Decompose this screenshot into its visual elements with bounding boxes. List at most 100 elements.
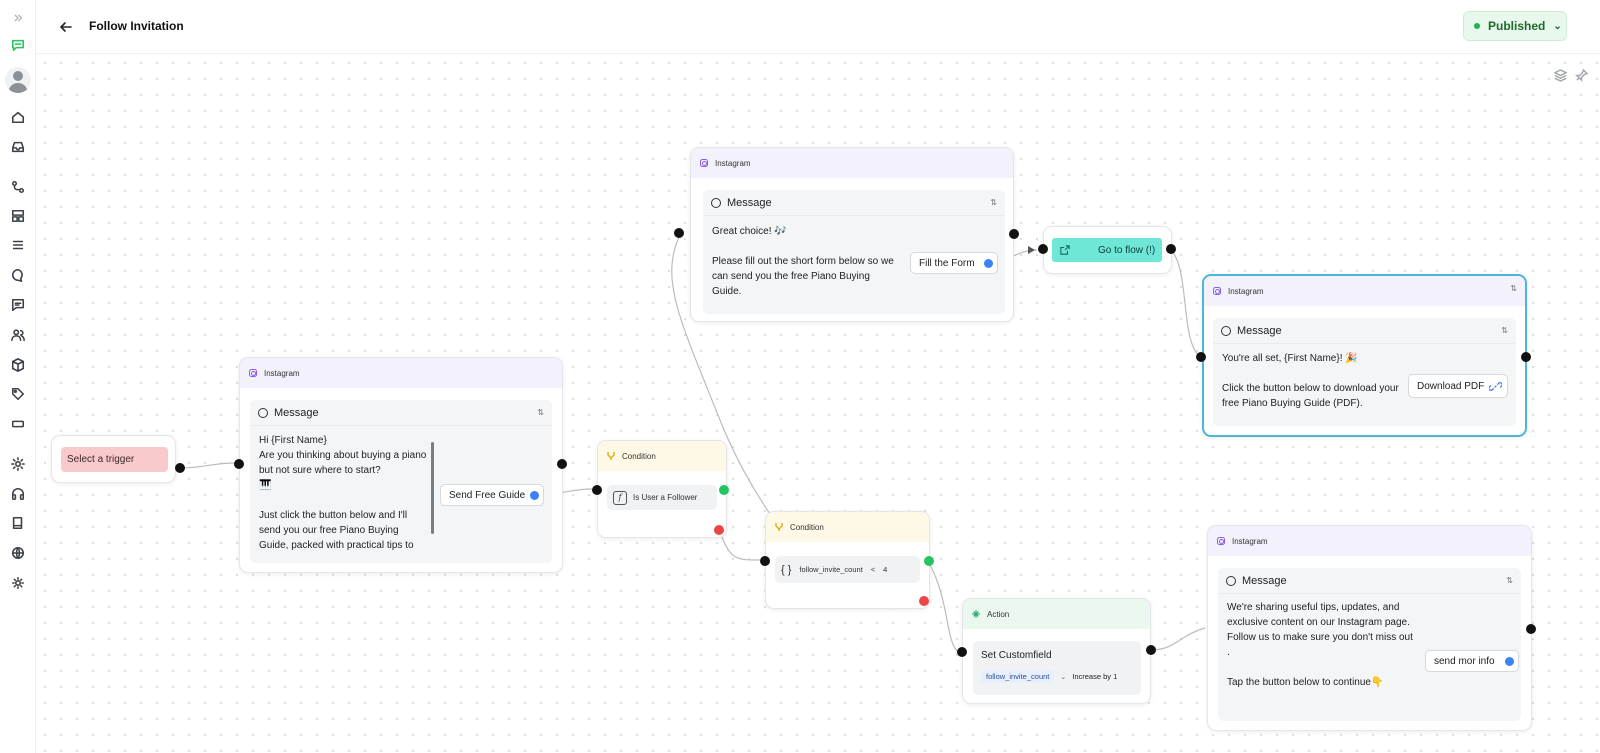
button-handle-dot[interactable] (530, 491, 539, 500)
action-body[interactable]: Set Customfield follow_invite_count ⌄ In… (973, 641, 1141, 695)
condition-node-follower[interactable]: Condition f Is User a Follower (597, 440, 727, 538)
condition-rule-label: Is User a Follower (633, 493, 698, 502)
cond2-true-handle[interactable] (924, 556, 934, 566)
message-text: Great choice! 🎶 Please fill out the shor… (712, 226, 894, 297)
top-bar: Follow Invitation Published ⌄ (37, 0, 1600, 54)
message-card-title: Message (274, 406, 319, 419)
chevron-down-icon: ⌄ (1553, 20, 1562, 32)
cond1-false-handle[interactable] (714, 525, 724, 535)
ig3-output-handle[interactable] (1521, 352, 1531, 362)
message-card-header: Message ⇅ (703, 190, 1005, 216)
node-header-label: Action (987, 609, 1010, 619)
headset-icon[interactable] (8, 484, 28, 504)
download-pdf-button[interactable]: Download PDF (1408, 374, 1508, 398)
action-field-chip[interactable]: follow_invite_count (981, 670, 1055, 683)
button-handle-dot[interactable] (984, 259, 993, 268)
book-icon[interactable] (8, 513, 28, 533)
cond2-input-handle[interactable] (760, 556, 770, 566)
avatar[interactable] (5, 67, 31, 93)
ig3-input-handle[interactable] (1196, 352, 1206, 362)
message-bubble-icon (1221, 325, 1231, 336)
expand-toggle-icon[interactable]: ⇅ (537, 408, 544, 417)
trigger-node[interactable]: Select a trigger (51, 435, 176, 483)
chevron-down-icon[interactable]: ⌄ (1060, 673, 1066, 681)
select-trigger-button[interactable]: Select a trigger (61, 447, 168, 472)
chat-icon[interactable] (8, 265, 28, 285)
message-card[interactable]: Message ⇅ You're all set, {First Name}! … (1213, 318, 1516, 426)
message-bubble-icon (1226, 575, 1236, 586)
inbox-icon[interactable] (8, 137, 28, 157)
ig4-output-handle[interactable] (1526, 624, 1536, 634)
published-status-button[interactable]: Published ⌄ (1463, 11, 1567, 41)
message-text: Hi {First Name} Are you thinking about b… (259, 435, 427, 551)
layers-icon[interactable] (1554, 69, 1567, 82)
action-operation[interactable]: Increase by 1 (1072, 672, 1117, 681)
list-icon[interactable] (8, 235, 28, 255)
message-text: We're sharing useful tips, updates, and … (1227, 602, 1413, 688)
goto-input-handle[interactable] (1038, 244, 1048, 254)
send-more-info-button[interactable]: send mor info (1425, 650, 1519, 672)
ticket-icon[interactable] (8, 414, 28, 434)
back-arrow-icon[interactable] (57, 18, 75, 36)
node-header-label: Instagram (715, 158, 751, 168)
expand-toggle-icon[interactable]: ⇅ (990, 198, 997, 207)
goto-output-handle[interactable] (1166, 244, 1176, 254)
instagram-node-download[interactable]: Instagram ⇅ Message ⇅ You're all set, {F… (1202, 274, 1527, 437)
ig1-output-handle[interactable] (557, 459, 567, 469)
cond1-true-handle[interactable] (719, 485, 729, 495)
sun-icon[interactable] (8, 573, 28, 593)
status-dot (1474, 23, 1480, 29)
message-card[interactable]: Message ⇅ Great choice! 🎶 Please fill ou… (703, 190, 1005, 314)
templates-icon[interactable] (8, 206, 28, 226)
expand-toggle-icon[interactable]: ⇅ (1510, 284, 1517, 293)
condition-node-count[interactable]: Condition { } follow_invite_count < 4 (765, 511, 930, 609)
message-card[interactable]: Message ⇅ We're sharing useful tips, upd… (1218, 568, 1521, 721)
sparkle-icon (972, 610, 980, 618)
settings-icon[interactable] (8, 454, 28, 474)
ig1-input-handle[interactable] (234, 459, 244, 469)
condition-rule[interactable]: { } follow_invite_count < 4 (775, 556, 920, 583)
instagram-node-welcome[interactable]: Instagram Message ⇅ Hi {First Name} Are … (239, 357, 563, 573)
node-header-label: Condition (622, 451, 656, 461)
instagram-node-follow[interactable]: Instagram Message ⇅ We're sharing useful… (1207, 525, 1532, 731)
message-card-header: Message ⇅ (1213, 318, 1516, 344)
pin-icon[interactable] (1575, 69, 1588, 82)
globe-icon[interactable] (8, 543, 28, 563)
action-input-handle[interactable] (957, 647, 967, 657)
ig2-input-handle[interactable] (674, 228, 684, 238)
goto-flow-node[interactable]: Go to flow (!) (1043, 226, 1172, 274)
expand-toggle-icon[interactable]: ⇅ (1501, 326, 1508, 335)
cond2-false-handle[interactable] (919, 596, 929, 606)
condition-operator: < (870, 565, 876, 574)
send-free-guide-button[interactable]: Send Free Guide (440, 484, 544, 506)
contacts-icon[interactable] (8, 325, 28, 345)
box-icon[interactable] (8, 355, 28, 375)
action-output-handle[interactable] (1146, 645, 1156, 655)
instagram-icon (1216, 536, 1226, 546)
home-icon[interactable] (8, 107, 28, 127)
message-card[interactable]: Message ⇅ Hi {First Name} Are you thinki… (250, 400, 552, 563)
trigger-output-handle[interactable] (175, 463, 185, 473)
cond1-input-handle[interactable] (592, 485, 602, 495)
goto-flow-button[interactable]: Go to flow (!) (1052, 238, 1162, 262)
instagram-node-form[interactable]: Instagram Message ⇅ Great choice! 🎶 Plea… (690, 147, 1014, 322)
scrollbar[interactable] (431, 442, 434, 534)
instagram-icon (1212, 286, 1222, 296)
expand-toggle-icon[interactable]: ⇅ (1506, 576, 1513, 585)
message-text: You're all set, {First Name}! 🎉 Click th… (1222, 353, 1399, 409)
action-node-set-customfield[interactable]: Action Set Customfield follow_invite_cou… (962, 598, 1151, 704)
flows-icon[interactable] (8, 177, 28, 197)
message-bubble-icon (258, 407, 268, 418)
chat-bot-icon[interactable] (8, 35, 28, 55)
condition-rule[interactable]: f Is User a Follower (607, 485, 717, 510)
button-handle-dot[interactable] (1505, 657, 1514, 666)
fill-the-form-button[interactable]: Fill the Form (910, 252, 998, 274)
goto-flow-label: Go to flow (!) (1098, 244, 1156, 256)
ig2-output-handle[interactable] (1009, 229, 1019, 239)
node-header: Instagram (240, 358, 562, 388)
node-header-label: Instagram (1228, 286, 1264, 296)
collapse-icon[interactable] (8, 8, 28, 28)
messages-icon[interactable] (8, 295, 28, 315)
node-header-label: Instagram (1232, 536, 1268, 546)
tag-icon[interactable] (8, 384, 28, 404)
